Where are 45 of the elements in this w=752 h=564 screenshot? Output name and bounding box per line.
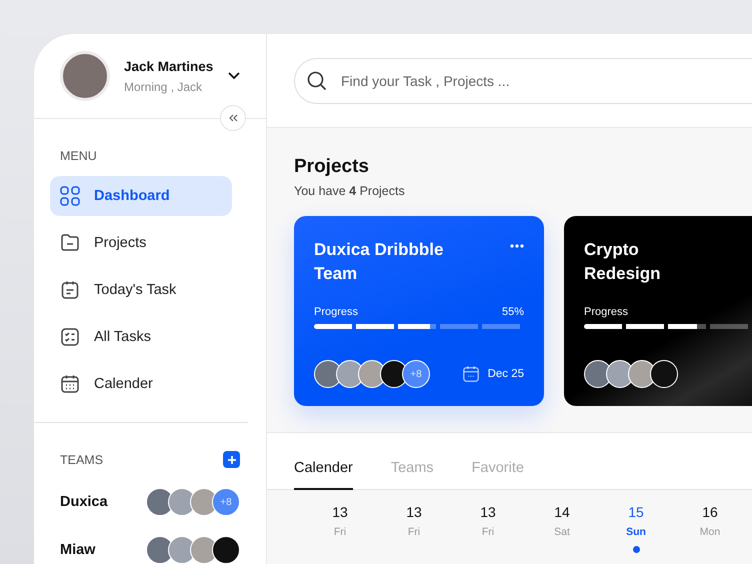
day-item[interactable]: 13 Fri xyxy=(470,504,506,564)
menu-item[interactable]: Calender xyxy=(50,364,232,404)
clipboard-icon xyxy=(60,280,80,300)
calendar-icon xyxy=(60,374,80,394)
avatar xyxy=(60,51,110,101)
more-icon[interactable] xyxy=(510,244,524,248)
grid-icon xyxy=(60,186,80,206)
menu-item[interactable]: Projects xyxy=(50,223,232,263)
progress-label: Progress xyxy=(314,306,358,318)
search-field[interactable]: Find your Task , Projects ... xyxy=(294,58,752,104)
search-icon xyxy=(307,70,327,90)
due-date: Dec 25 xyxy=(488,368,524,380)
menu-heading: MENU xyxy=(59,149,98,163)
avatar xyxy=(650,360,678,388)
more-members-badge: +8 xyxy=(212,488,240,516)
project-card[interactable]: Duxica Dribbble Team Progress 55% +8 Dec 25 xyxy=(294,216,544,406)
day-item[interactable]: 14 Sat xyxy=(544,504,580,564)
add-team-button[interactable] xyxy=(223,451,240,468)
chevron-down-icon[interactable] xyxy=(228,72,240,80)
section-title: Projects xyxy=(294,156,370,178)
day-item[interactable]: 16 Mon xyxy=(692,504,728,564)
menu-item[interactable]: Today's Task xyxy=(50,270,232,310)
folder-icon xyxy=(60,233,80,253)
teams-heading: TEAMS xyxy=(60,452,104,466)
day-item[interactable]: 15 Sun xyxy=(618,504,654,564)
double-chevron-left-icon xyxy=(228,114,238,122)
project-card[interactable]: Crypto Redesign Progress xyxy=(564,216,752,406)
plus-icon xyxy=(226,454,236,464)
progress-percent: 55% xyxy=(502,306,524,318)
project-count: You have 4 Projects xyxy=(294,184,406,198)
user-name: Jack Martines xyxy=(124,58,214,74)
menu-item[interactable]: Dashboard xyxy=(50,176,232,216)
collapse-button[interactable] xyxy=(220,105,246,131)
greeting: Morning , Jack xyxy=(124,80,204,94)
progress-label: Progress xyxy=(584,306,628,318)
project-title: Crypto Redesign xyxy=(584,239,662,285)
calendar-icon xyxy=(462,365,480,383)
team-name[interactable]: Duxica xyxy=(60,494,108,510)
more-members-badge: +8 xyxy=(402,360,430,388)
day-item[interactable]: 13 Fri xyxy=(322,504,358,564)
day-item[interactable]: 13 Fri xyxy=(396,504,432,564)
team-name[interactable]: Miaw xyxy=(60,542,96,558)
project-title: Duxica Dribbble Team xyxy=(314,239,444,285)
menu-item[interactable]: All Tasks xyxy=(50,317,232,357)
checklist-icon xyxy=(60,327,80,347)
